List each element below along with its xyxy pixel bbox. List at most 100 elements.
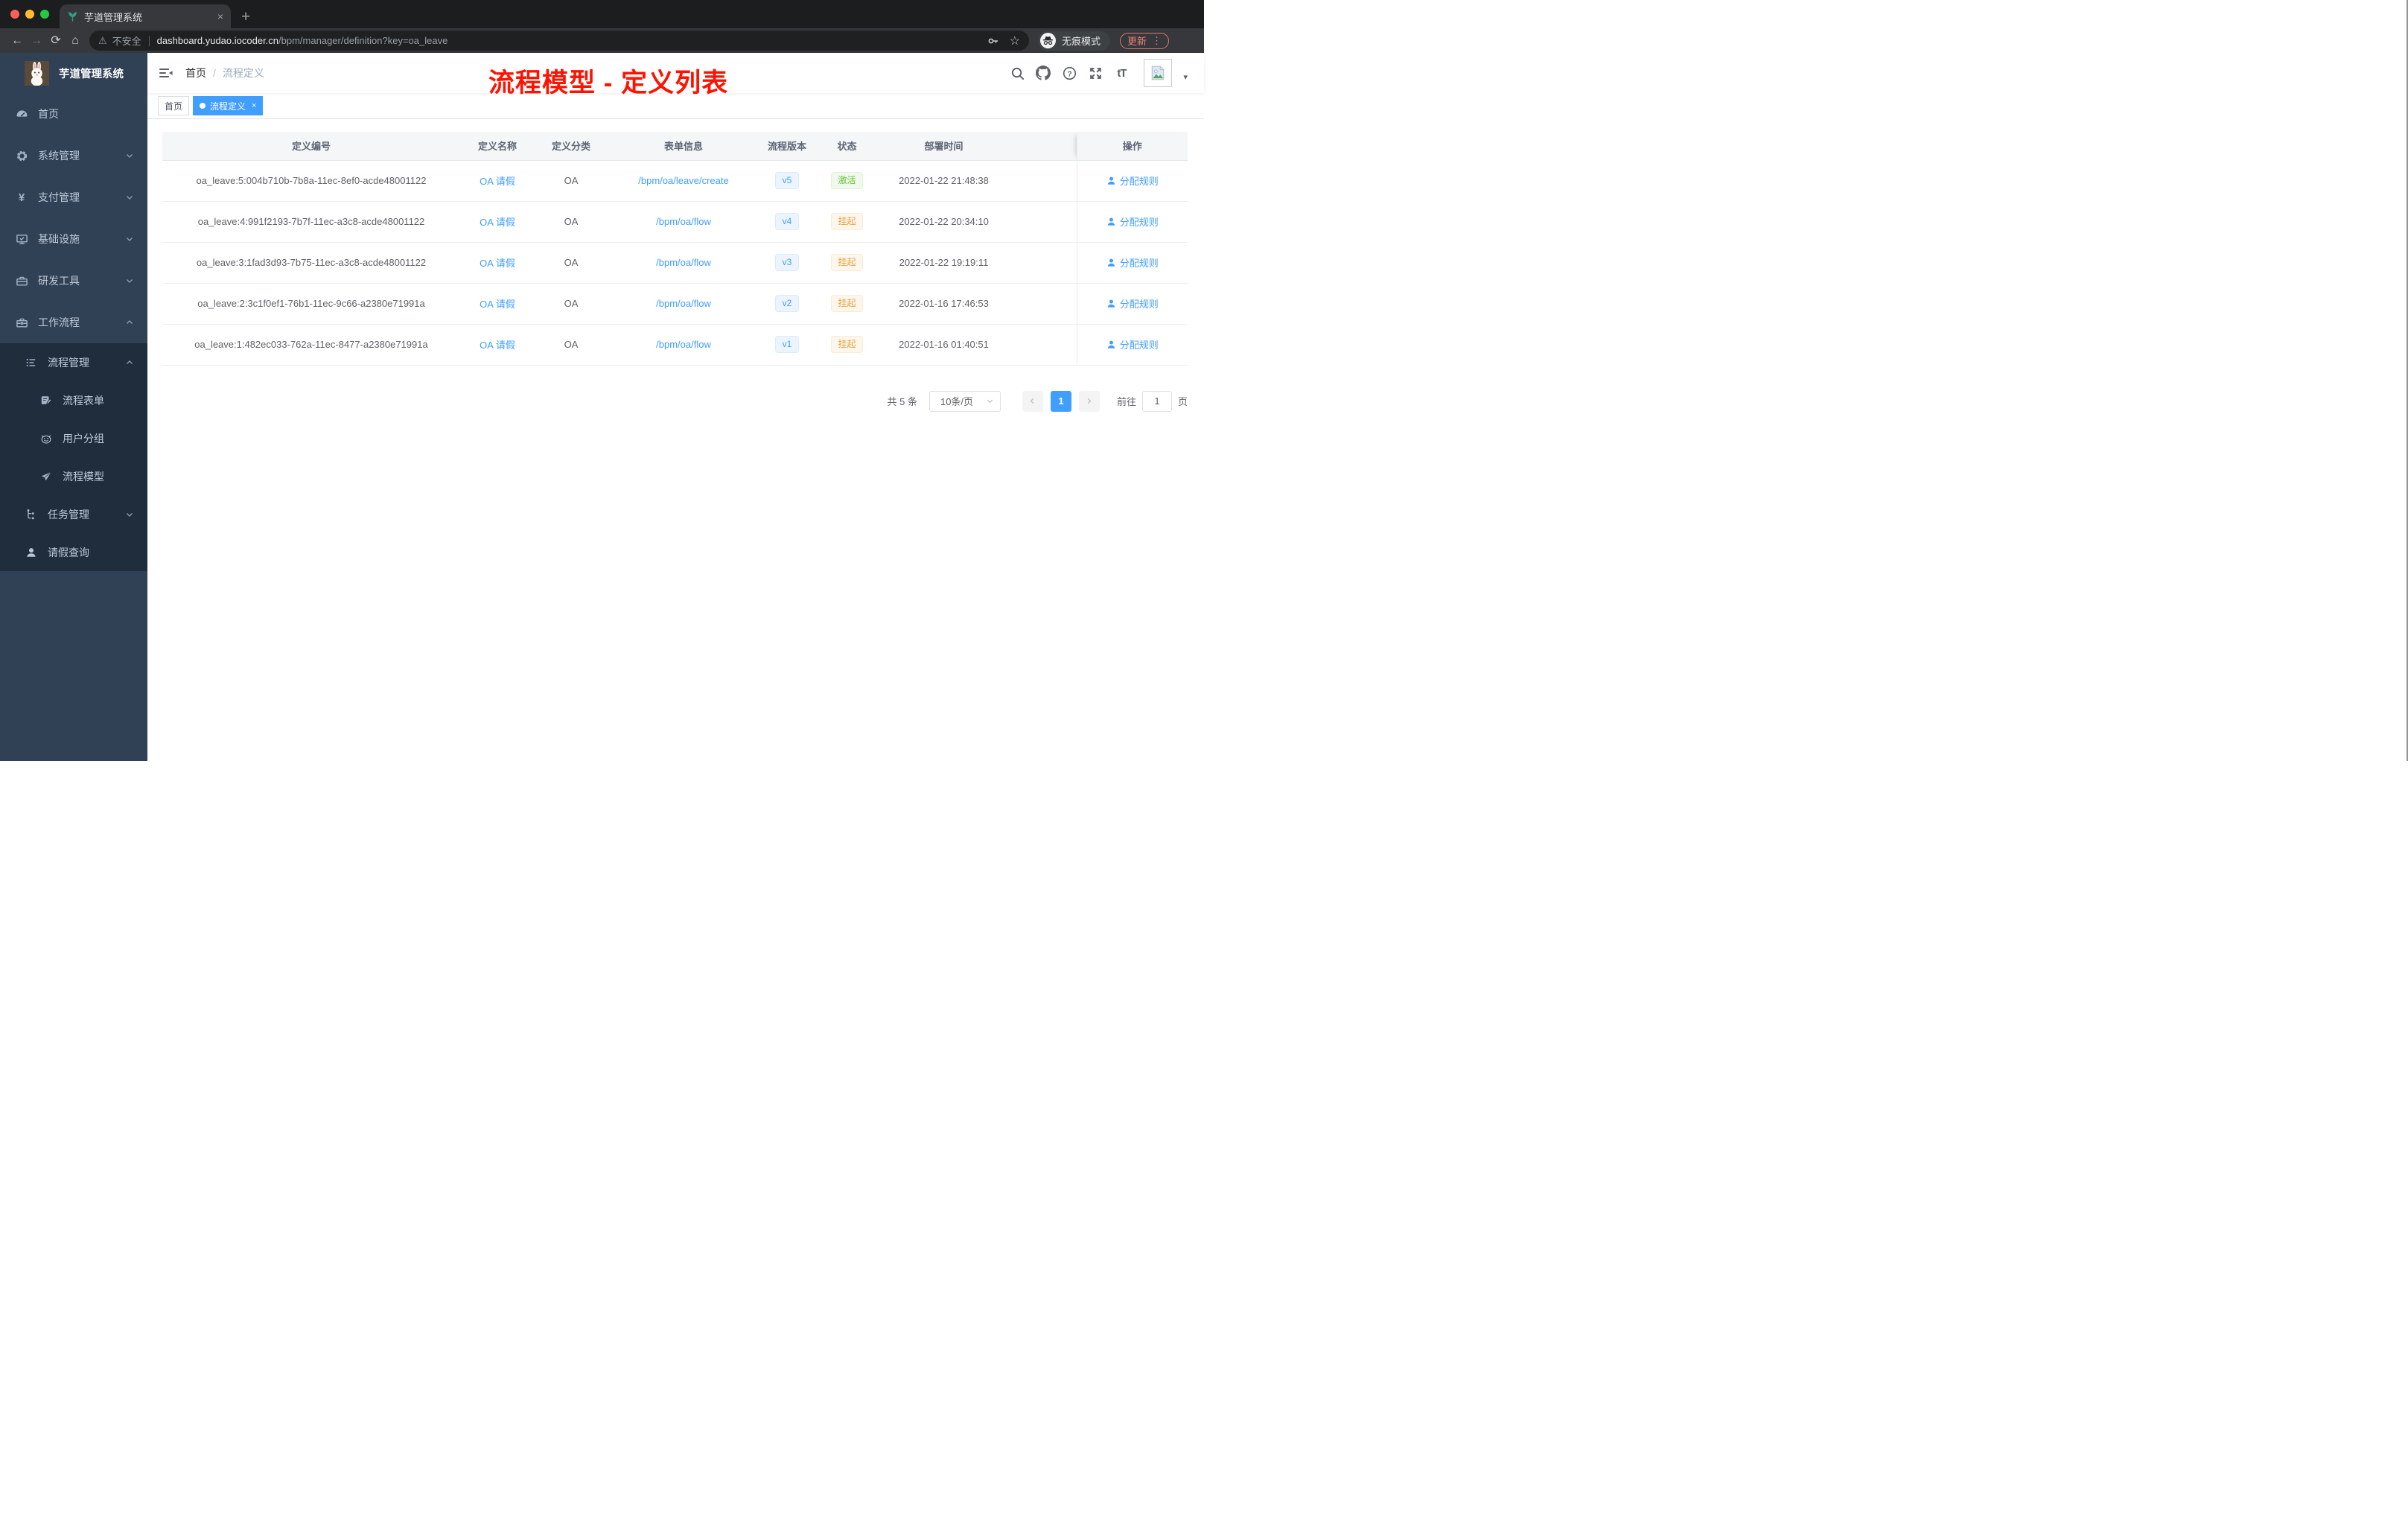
new-tab-button[interactable]: + — [241, 9, 250, 25]
assign-rule-link[interactable]: 分配规则 — [1106, 296, 1159, 311]
fullscreen-icon[interactable] — [1088, 65, 1103, 81]
font-size-icon[interactable]: tT — [1114, 65, 1129, 81]
col-actions: 操作 — [1076, 132, 1188, 161]
person-icon — [1107, 299, 1115, 308]
assign-rule-label: 分配规则 — [1119, 299, 1159, 310]
sidebar: 芋道管理系统 首页 系统管理 ¥ 支付管理 基础设施 研发工具 工作流程 流程管… — [0, 53, 147, 761]
update-button[interactable]: 更新 ⋮ — [1120, 32, 1170, 49]
sidebar-item-infrastructure[interactable]: 基础设施 — [0, 218, 147, 260]
password-key-icon[interactable] — [987, 35, 999, 47]
security-warning-icon[interactable]: ⚠ — [98, 35, 107, 47]
yen-icon: ¥ — [18, 191, 25, 204]
assign-rule-link[interactable]: 分配规则 — [1106, 255, 1159, 270]
browser-tab[interactable]: 芋道管理系统 × — [60, 4, 231, 28]
actions-cell: 分配规则 — [1076, 283, 1188, 325]
form-link[interactable]: /bpm/oa/flow — [656, 216, 711, 227]
forward-button[interactable]: → — [27, 34, 46, 47]
person-icon — [1107, 340, 1115, 348]
definition-name-link[interactable]: OA 请假 — [480, 258, 515, 269]
sidebar-item-leave-query[interactable]: 请假查询 — [0, 533, 147, 571]
back-button[interactable]: ← — [7, 34, 27, 47]
definition-name-link[interactable]: OA 请假 — [480, 299, 515, 310]
assign-rule-link[interactable]: 分配规则 — [1106, 337, 1159, 351]
sidebar-item-user-group[interactable]: 用户分组 — [0, 419, 147, 457]
help-icon[interactable]: ? — [1062, 65, 1077, 81]
address-bar[interactable]: ⚠ 不安全 dashboard.yudao.iocoder.cn /bpm/ma… — [89, 31, 1029, 51]
form-icon — [39, 395, 53, 407]
definition-name-link[interactable]: OA 请假 — [480, 176, 515, 187]
table-row: oa_leave:2:3c1f0ef1-76b1-11ec-9c66-a2380… — [162, 283, 1188, 325]
avatar-caret-icon[interactable]: ▾ — [1183, 72, 1188, 82]
definition-name-cell: OA 请假 — [460, 201, 535, 243]
sidebar-item-payment[interactable]: ¥ 支付管理 — [0, 176, 147, 218]
page-size-value: 10条/页 — [940, 396, 974, 407]
actions-cell: 分配规则 — [1076, 160, 1188, 202]
assign-rule-label: 分配规则 — [1119, 217, 1159, 228]
definition-category-cell: OA — [535, 201, 608, 243]
sidebar-item-task-management[interactable]: 任务管理 — [0, 495, 147, 533]
hamburger-button[interactable] — [159, 66, 173, 80]
form-link[interactable]: /bpm/oa/flow — [656, 298, 711, 309]
form-link[interactable]: /bpm/oa/leave/create — [638, 175, 728, 186]
app-title: 芋道管理系统 — [59, 68, 124, 80]
close-window-button[interactable] — [10, 10, 19, 19]
avatar[interactable] — [1144, 59, 1173, 87]
assign-rule-link[interactable]: 分配规则 — [1106, 173, 1159, 188]
favicon-sprout-icon — [67, 11, 78, 22]
col-definition-name: 定义名称 — [460, 132, 535, 161]
deploy-time-cell: 2022-01-22 21:48:38 — [879, 160, 1008, 202]
page-1-button[interactable]: 1 — [1050, 390, 1071, 412]
col-process-version: 流程版本 — [759, 132, 815, 161]
goto-page-input[interactable]: 1 — [1141, 390, 1172, 412]
col-filler — [1008, 132, 1077, 161]
svg-text:?: ? — [1067, 70, 1071, 78]
home-button[interactable]: ⌂ — [66, 34, 85, 47]
breadcrumb: 首页 / 流程定义 — [185, 66, 264, 80]
breadcrumb-home[interactable]: 首页 — [185, 66, 206, 80]
sidebar-item-process-model[interactable]: 流程模型 — [0, 457, 147, 495]
bookmark-star-icon[interactable]: ☆ — [1010, 34, 1020, 48]
sidebar-item-system[interactable]: 系统管理 — [0, 135, 147, 176]
github-icon[interactable] — [1036, 65, 1051, 81]
chevron-right-icon — [1088, 398, 1092, 404]
definition-name-link[interactable]: OA 请假 — [480, 217, 515, 228]
sidebar-item-workflow[interactable]: 工作流程 — [0, 302, 147, 343]
tab-close-icon[interactable]: × — [217, 10, 223, 22]
sidebar-item-dev-tools[interactable]: 研发工具 — [0, 260, 147, 302]
form-info-cell: /bpm/oa/flow — [608, 242, 759, 284]
kebab-menu-icon[interactable]: ⋮ — [1152, 35, 1162, 47]
app: 芋道管理系统 首页 系统管理 ¥ 支付管理 基础设施 研发工具 工作流程 流程管… — [0, 53, 1204, 761]
prev-page-button[interactable] — [1022, 390, 1043, 412]
minimize-window-button[interactable] — [25, 10, 34, 19]
assign-rule-link[interactable]: 分配规则 — [1106, 214, 1159, 229]
form-info-cell: /bpm/oa/leave/create — [608, 160, 759, 202]
person-icon — [1107, 217, 1115, 226]
person-icon — [1107, 176, 1115, 185]
breadcrumb-current: 流程定义 — [222, 67, 264, 79]
search-icon[interactable] — [1010, 65, 1025, 81]
reload-button[interactable]: ⟳ — [46, 34, 66, 47]
form-link[interactable]: /bpm/oa/flow — [656, 257, 711, 268]
zoom-window-button[interactable] — [40, 10, 49, 19]
goto-page: 前往 1 页 — [1117, 390, 1188, 412]
next-page-button[interactable] — [1078, 390, 1100, 412]
status-badge: 挂起 — [831, 254, 863, 271]
monitor-icon — [15, 233, 28, 246]
tag-process-definition[interactable]: 流程定义 × — [193, 96, 264, 115]
version-cell: v4 — [759, 201, 815, 243]
sidebar-item-label: 流程模型 — [63, 470, 104, 483]
tab-strip: 芋道管理系统 × + — [0, 0, 1204, 28]
dashboard-icon — [15, 108, 28, 121]
form-link[interactable]: /bpm/oa/flow — [656, 339, 711, 350]
table-row: oa_leave:4:991f2193-7b7f-11ec-a3c8-acde4… — [162, 201, 1188, 243]
sidebar-item-home[interactable]: 首页 — [0, 93, 147, 135]
definition-name-link[interactable]: OA 请假 — [480, 340, 515, 351]
tag-close-icon[interactable]: × — [252, 101, 256, 110]
table-row: oa_leave:3:1fad3d93-7b75-11ec-a3c8-acde4… — [162, 242, 1188, 284]
page-size-select[interactable]: 10条/页 — [929, 390, 1001, 412]
sidebar-item-process-management[interactable]: 流程管理 — [0, 343, 147, 381]
tag-home[interactable]: 首页 — [158, 96, 190, 115]
sidebar-item-process-form[interactable]: 流程表单 — [0, 381, 147, 419]
status-badge: 挂起 — [831, 213, 863, 230]
chevron-left-icon — [1031, 398, 1034, 404]
